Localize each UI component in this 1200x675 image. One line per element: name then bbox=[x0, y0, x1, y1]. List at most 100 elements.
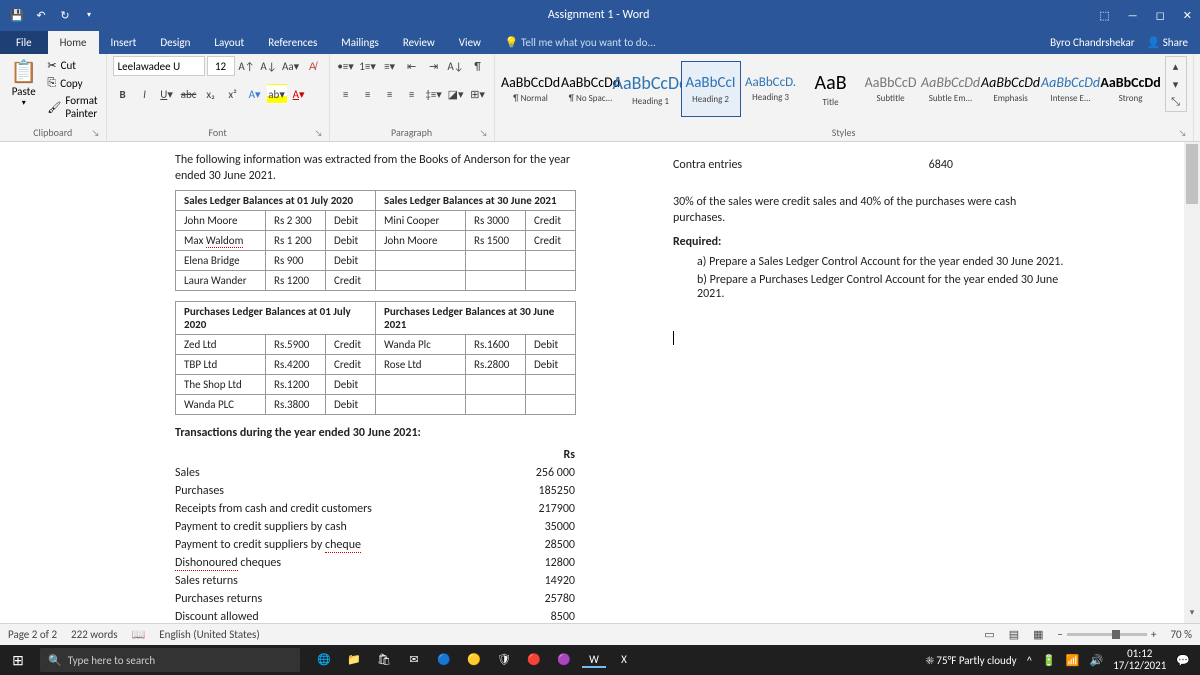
zoom-level[interactable]: 70 % bbox=[1170, 628, 1192, 641]
document-area[interactable]: The following information was extracted … bbox=[0, 142, 1184, 653]
text-effects-button[interactable]: A▾ bbox=[245, 84, 265, 104]
underline-button[interactable]: U▾ bbox=[157, 84, 177, 104]
clipboard-launcher-icon[interactable]: ↘ bbox=[92, 128, 100, 139]
word-count[interactable]: 222 words bbox=[71, 628, 118, 641]
style--normal[interactable]: AaBbCcDd¶ Normal bbox=[501, 61, 561, 117]
clear-format-button[interactable]: A̸ bbox=[303, 56, 323, 76]
change-case-button[interactable]: Aa▾ bbox=[281, 56, 301, 76]
superscript-button[interactable]: x² bbox=[223, 84, 243, 104]
task-store-icon[interactable]: 🛍 bbox=[372, 653, 396, 668]
tray-wifi-icon[interactable]: 📶 bbox=[1066, 654, 1080, 667]
web-layout-icon[interactable]: ▦ bbox=[1033, 628, 1043, 641]
tab-mailings[interactable]: Mailings bbox=[329, 31, 391, 54]
tab-view[interactable]: View bbox=[447, 31, 493, 54]
grow-font-button[interactable]: A↑ bbox=[237, 56, 257, 76]
numbering-button[interactable]: 1≡▾ bbox=[358, 56, 378, 76]
vertical-scrollbar[interactable]: ▴ ▾ bbox=[1184, 142, 1200, 623]
shading-button[interactable]: ◪▾ bbox=[446, 84, 466, 104]
align-left-button[interactable]: ≡ bbox=[336, 84, 356, 104]
zoom-slider-thumb[interactable] bbox=[1112, 630, 1120, 639]
tray-notifications-icon[interactable]: 💬 bbox=[1176, 654, 1190, 667]
justify-button[interactable]: ≡ bbox=[402, 84, 422, 104]
tab-insert[interactable]: Insert bbox=[99, 31, 149, 54]
tray-clock[interactable]: 01:12 17/12/2021 bbox=[1113, 648, 1166, 672]
style-heading-3[interactable]: AaBbCcD.Heading 3 bbox=[741, 61, 801, 117]
tab-layout[interactable]: Layout bbox=[202, 31, 256, 54]
styles-scroll-up[interactable]: ▴ bbox=[1166, 57, 1186, 75]
styles-more-button[interactable]: ⤡ bbox=[1166, 93, 1186, 111]
taskbar-search[interactable]: 🔍 Type here to search bbox=[40, 648, 300, 672]
style-subtle-em-[interactable]: AaBbCcDdSubtle Em... bbox=[921, 61, 981, 117]
task-explorer-icon[interactable]: 📁 bbox=[342, 653, 366, 668]
shrink-font-button[interactable]: A↓ bbox=[259, 56, 279, 76]
font-launcher-icon[interactable]: ↘ bbox=[315, 128, 323, 139]
dec-indent-button[interactable]: ⇤ bbox=[402, 56, 422, 76]
paste-button[interactable]: 📋 Paste ▾ bbox=[6, 56, 41, 110]
tab-file[interactable]: File bbox=[0, 31, 48, 54]
close-icon[interactable]: ✕ bbox=[1183, 9, 1192, 22]
weather-widget[interactable]: ☀ 75°F Partly cloudy bbox=[926, 654, 1017, 667]
task-excel-icon[interactable]: X bbox=[612, 653, 636, 668]
italic-button[interactable]: I bbox=[135, 84, 155, 104]
paragraph-launcher-icon[interactable]: ↘ bbox=[480, 128, 488, 139]
styles-launcher-icon[interactable]: ↘ bbox=[1179, 128, 1187, 139]
task-word-icon[interactable]: W bbox=[582, 653, 606, 668]
style-intense-e-[interactable]: AaBbCcDdIntense E... bbox=[1041, 61, 1101, 117]
show-marks-button[interactable]: ¶ bbox=[468, 56, 488, 76]
read-mode-icon[interactable]: ▭ bbox=[984, 628, 994, 641]
task-app-icon[interactable]: 🔵 bbox=[432, 653, 456, 668]
ribbon-display-icon[interactable]: ⬚ bbox=[1099, 9, 1109, 22]
bullets-button[interactable]: •≡▾ bbox=[336, 56, 356, 76]
scroll-down-icon[interactable]: ▾ bbox=[1184, 607, 1200, 623]
line-spacing-button[interactable]: ‡≡▾ bbox=[424, 84, 444, 104]
user-name[interactable]: Byro Chandrshekar bbox=[1050, 36, 1134, 49]
qat-more-icon[interactable]: ▾ bbox=[80, 6, 98, 24]
font-name-input[interactable] bbox=[113, 56, 205, 76]
tray-battery-icon[interactable]: 🔋 bbox=[1042, 654, 1056, 667]
task-mail-icon[interactable]: ✉ bbox=[402, 653, 426, 668]
style-heading-2[interactable]: AaBbCcIHeading 2 bbox=[681, 61, 741, 117]
zoom-slider-track[interactable] bbox=[1067, 633, 1147, 636]
borders-button[interactable]: ⊞▾ bbox=[468, 84, 488, 104]
language-indicator[interactable]: English (United States) bbox=[159, 628, 259, 641]
save-icon[interactable]: 💾 bbox=[8, 6, 26, 24]
align-right-button[interactable]: ≡ bbox=[380, 84, 400, 104]
zoom-out-button[interactable]: − bbox=[1058, 628, 1063, 641]
tab-references[interactable]: References bbox=[256, 31, 329, 54]
redo-icon[interactable]: ↻ bbox=[56, 6, 74, 24]
print-layout-icon[interactable]: ▤ bbox=[1009, 628, 1019, 641]
tray-up-icon[interactable]: ^ bbox=[1027, 654, 1032, 667]
tab-review[interactable]: Review bbox=[391, 31, 447, 54]
align-center-button[interactable]: ≡ bbox=[358, 84, 378, 104]
task-security-icon[interactable]: 🛡 bbox=[492, 653, 516, 668]
tab-design[interactable]: Design bbox=[148, 31, 202, 54]
zoom-in-button[interactable]: + bbox=[1151, 628, 1156, 641]
tray-sound-icon[interactable]: 🔊 bbox=[1089, 654, 1103, 667]
bold-button[interactable]: B bbox=[113, 84, 133, 104]
scrollbar-thumb[interactable] bbox=[1186, 144, 1198, 204]
minimize-icon[interactable]: — bbox=[1128, 9, 1138, 22]
styles-scroll-down[interactable]: ▾ bbox=[1166, 75, 1186, 93]
task-app3-icon[interactable]: 🟣 bbox=[552, 653, 576, 668]
style-title[interactable]: AaBTitle bbox=[801, 61, 861, 117]
strike-button[interactable]: abc bbox=[179, 84, 199, 104]
font-color-button[interactable]: A▾ bbox=[289, 84, 309, 104]
cut-button[interactable]: ✂Cut bbox=[45, 58, 99, 73]
task-app2-icon[interactable]: 🔴 bbox=[522, 653, 546, 668]
spellcheck-icon[interactable]: 📖 bbox=[132, 628, 146, 641]
format-painter-button[interactable]: 🖌Format Painter bbox=[45, 93, 99, 121]
share-button[interactable]: 👤 Share bbox=[1147, 36, 1188, 49]
inc-indent-button[interactable]: ⇥ bbox=[424, 56, 444, 76]
tab-home[interactable]: Home bbox=[48, 31, 99, 54]
subscript-button[interactable]: x₂ bbox=[201, 84, 221, 104]
task-chrome-icon[interactable]: 🟡 bbox=[462, 653, 486, 668]
copy-button[interactable]: ⎘Copy bbox=[45, 75, 99, 91]
style-subtitle[interactable]: AaBbCcDSubtitle bbox=[861, 61, 921, 117]
style-emphasis[interactable]: AaBbCcDdEmphasis bbox=[981, 61, 1041, 117]
sort-button[interactable]: A↓ bbox=[446, 56, 466, 76]
task-edge-icon[interactable]: 🌐 bbox=[312, 653, 336, 668]
highlight-button[interactable]: ab▾ bbox=[267, 84, 287, 104]
undo-icon[interactable]: ↶ bbox=[32, 6, 50, 24]
font-size-input[interactable] bbox=[207, 56, 235, 76]
tell-me-search[interactable]: 💡 Tell me what you want to do... bbox=[493, 31, 668, 54]
